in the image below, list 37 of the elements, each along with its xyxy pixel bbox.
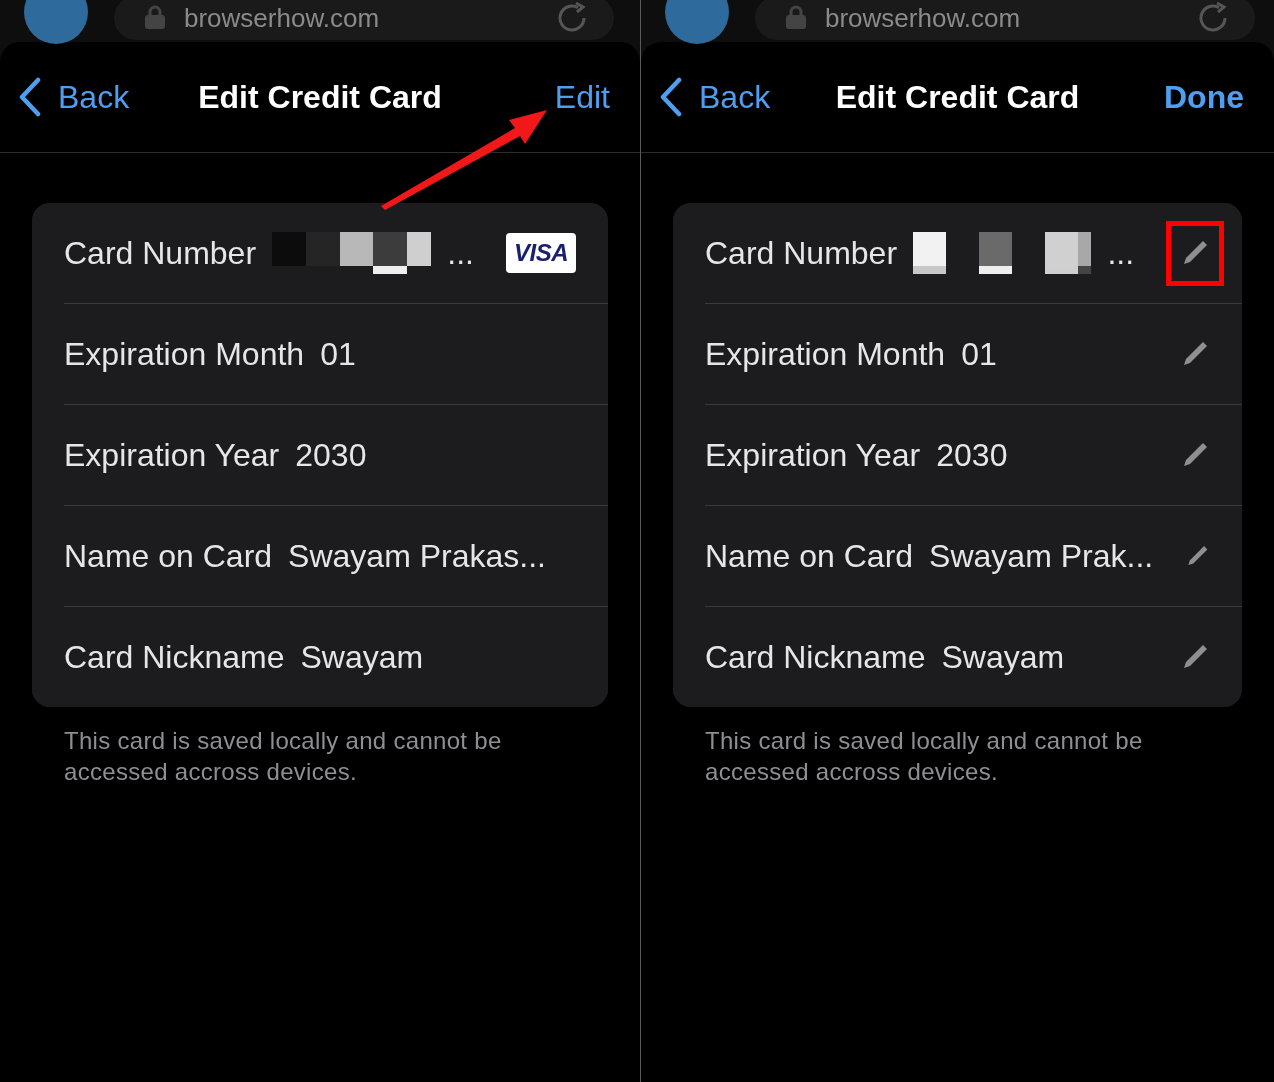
row-label: Expiration Year: [705, 436, 921, 474]
row-value: 2030: [295, 436, 367, 474]
row-label: Name on Card: [705, 537, 914, 575]
url-text: browserhow.com: [184, 2, 380, 34]
screen-title: Edit Credit Card: [198, 78, 442, 116]
row-value: Swayam Prak...: [929, 537, 1154, 575]
url-text: browserhow.com: [825, 2, 1021, 34]
row-value: Swayam Prakas...: [288, 537, 546, 575]
address-bar[interactable]: browserhow.com: [114, 0, 614, 40]
row-value: 01: [961, 335, 997, 373]
row-label: Expiration Year: [64, 436, 280, 474]
row-value: Swayam: [941, 638, 1065, 676]
row-label: Card Number: [705, 234, 898, 272]
chevron-left-icon: [659, 77, 683, 117]
privacy-icon: [783, 5, 809, 31]
screen-title: Edit Credit Card: [835, 78, 1080, 116]
back-button[interactable]: Back: [0, 76, 130, 118]
done-button[interactable]: Done: [1164, 78, 1244, 116]
card-number-ellipsis: ...: [447, 234, 474, 272]
row-label: Card Nickname: [705, 638, 926, 676]
chevron-left-icon: [18, 77, 42, 117]
address-bar[interactable]: browserhow.com: [755, 0, 1255, 40]
row-value: 2030: [936, 436, 1008, 474]
row-label: Card Nickname: [64, 638, 285, 676]
footnote: This card is saved locally and cannot be accessed accross devices.: [705, 726, 1144, 787]
row-value: 01: [320, 335, 356, 373]
row-label: Name on Card: [64, 537, 273, 575]
row-value: Swayam: [300, 638, 424, 676]
footnote: This card is saved locally and cannot be accessed accross devices.: [64, 726, 503, 787]
card-number-ellipsis: ...: [1107, 234, 1135, 272]
visa-badge: VISA: [506, 233, 576, 273]
row-label: Expiration Month: [705, 335, 946, 373]
edit-button[interactable]: Edit: [554, 78, 610, 116]
row-label: Expiration Month: [64, 335, 305, 373]
privacy-icon: [142, 5, 168, 31]
row-label: Card Number: [64, 234, 257, 272]
back-button[interactable]: Back: [641, 76, 771, 118]
